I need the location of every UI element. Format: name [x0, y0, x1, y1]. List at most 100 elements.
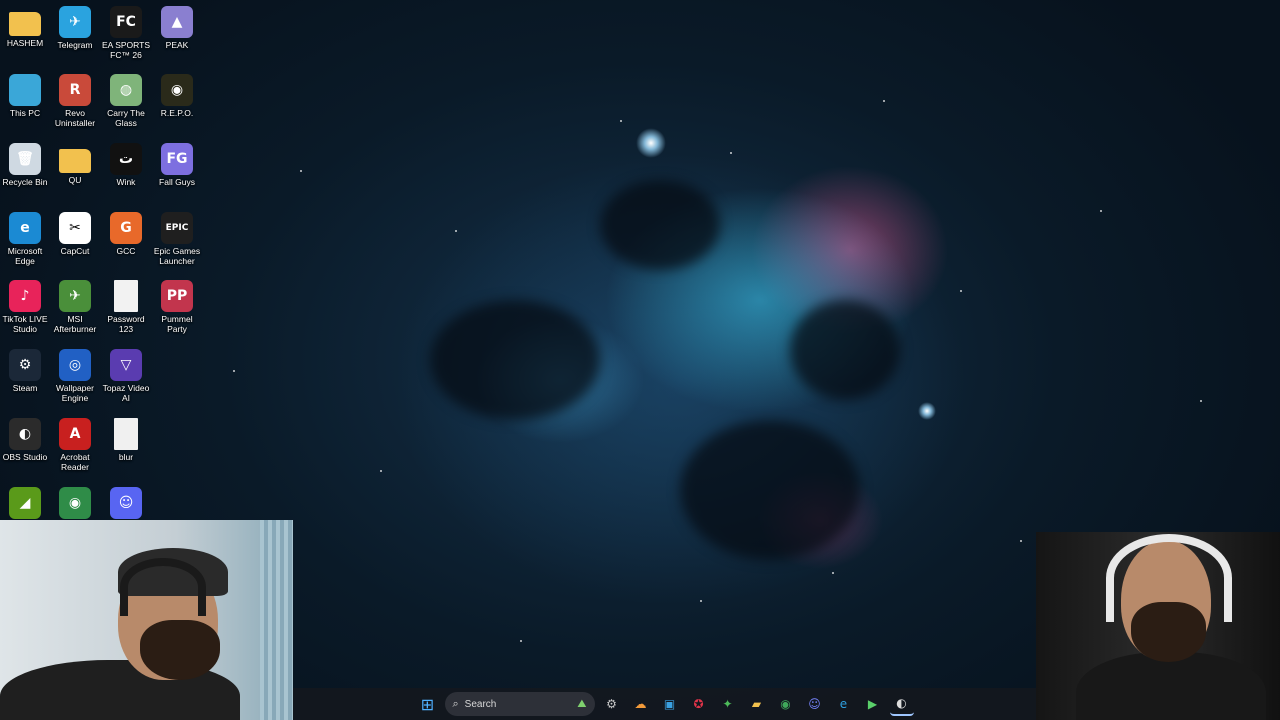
nebula-dust: [680, 420, 860, 560]
app-green-button[interactable]: ✦: [716, 692, 740, 716]
desktop-icon-label: Microsoft Edge: [7, 246, 43, 266]
bright-star: [636, 128, 666, 158]
widget-icon: ⛰: [577, 697, 587, 710]
desktop-icon-steam[interactable]: ⚙ Steam: [0, 349, 50, 393]
desktop-icon-label: EA SPORTS FC™ 26: [101, 40, 151, 60]
monitor-icon: [9, 74, 41, 106]
wallpaper-engine-icon: ◎: [59, 349, 91, 381]
desktop-icon-label: HASHEM: [6, 38, 44, 48]
msi-afterburner-icon: ✈: [59, 280, 91, 312]
desktop-icon-label: This PC: [9, 108, 41, 118]
photos-button[interactable]: ▣: [658, 692, 682, 716]
blank-file-icon: [114, 418, 138, 450]
desktop-icon-label: blur: [118, 452, 134, 462]
edge-button[interactable]: e: [832, 692, 856, 716]
red-app-icon: ✪: [693, 697, 704, 711]
desktop-icon-blur[interactable]: blur: [101, 418, 151, 462]
desktop-icon-label: Topaz Video AI: [102, 383, 150, 403]
desktop-icon-label: Wink: [116, 177, 136, 187]
desktop-icon-label: Revo Uninstaller: [54, 108, 96, 128]
windows-icon: ⊞: [420, 694, 435, 714]
desktop-icon-revo-uninstaller[interactable]: R Revo Uninstaller: [50, 74, 100, 128]
app-red-button[interactable]: ✪: [687, 692, 711, 716]
topaz-video-ai-icon: ▽: [110, 349, 142, 381]
desktop-icon-nvidia-icon[interactable]: ◢: [0, 487, 50, 521]
desktop-icon-obs-studio[interactable]: ◐ OBS Studio: [0, 418, 50, 462]
repo-game-icon: ◉: [161, 74, 193, 106]
capcut-icon: ✂: [59, 212, 91, 244]
obs-studio-icon: ◐: [896, 696, 907, 710]
settings-button[interactable]: ⚙: [600, 692, 624, 716]
revo-uninstaller-icon: R: [59, 74, 91, 106]
desktop-icon-label: Password 123: [107, 314, 145, 334]
bright-star: [918, 402, 936, 420]
ea-sports-fc-icon: FC: [110, 6, 142, 38]
desktop-icon-msi-afterburner[interactable]: ✈ MSI Afterburner: [50, 280, 100, 334]
text-file-icon: [114, 280, 138, 312]
carry-the-glass-icon: ◍: [110, 74, 142, 106]
edge-icon: e: [9, 212, 41, 244]
desktop-icon-gcc[interactable]: G GCC: [101, 212, 151, 256]
desktop-icon-label: R.E.P.O.: [160, 108, 194, 118]
obs-button[interactable]: ◐: [889, 692, 914, 716]
desktop-icon-hashem[interactable]: HASHEM: [0, 6, 50, 48]
desktop-icon-tiktok-live-studio[interactable]: ♪ TikTok LIVE Studio: [0, 280, 50, 334]
desktop-icon-discord-icon[interactable]: ☺: [101, 487, 151, 521]
chrome-icon: ◉: [780, 697, 791, 711]
desktop-icon-acrobat-reader[interactable]: A Acrobat Reader: [50, 418, 100, 472]
desktop-icon-qu[interactable]: QU: [50, 143, 100, 185]
desktop-icon-topaz-video-ai[interactable]: ▽ Topaz Video AI: [101, 349, 151, 403]
desktop-icon-wallpaper-engine[interactable]: ◎ Wallpaper Engine: [50, 349, 100, 403]
desktop-icon-label: Steam: [12, 383, 38, 393]
cloud-app-button[interactable]: ☁: [629, 692, 653, 716]
desktop-icon-ea-sports-fc-26[interactable]: FC EA SPORTS FC™ 26: [101, 6, 151, 60]
headphones: [1106, 534, 1232, 622]
desktop-icon-peak[interactable]: ▲ PEAK: [152, 6, 202, 50]
desktop-icon-carry-the-glass[interactable]: ◍ Carry The Glass: [101, 74, 151, 128]
start-button[interactable]: ⊞: [416, 692, 440, 716]
nvidia-icon: ◢: [9, 487, 41, 519]
desktop-icon-r-e-p-o[interactable]: ◉ R.E.P.O.: [152, 74, 202, 118]
desktop-icon-label: OBS Studio: [2, 452, 48, 462]
desktop-icon-telegram[interactable]: ✈ Telegram: [50, 6, 100, 50]
discord-icon: ☺: [110, 487, 142, 519]
desktop-icon-pummel-party[interactable]: PP Pummel Party: [152, 280, 202, 334]
desktop-icon-microsoft-edge[interactable]: e Microsoft Edge: [0, 212, 50, 266]
desktop-icon-label: Wallpaper Engine: [56, 383, 94, 403]
desktop-icon-epic-games-launcher[interactable]: EPIC Epic Games Launcher: [152, 212, 202, 266]
webcam-left: [0, 520, 293, 720]
desktop-icon-recycle-bin[interactable]: 🗑 Recycle Bin: [0, 143, 50, 187]
file-explorer-button[interactable]: ▰: [745, 692, 769, 716]
peak-game-icon: ▲: [161, 6, 193, 38]
steam-icon: ⚙: [9, 349, 41, 381]
cloud-icon: ☁: [634, 697, 647, 711]
green-app-icon: ✦: [722, 697, 733, 711]
nebula-dust: [600, 180, 720, 270]
desktop-icon-chrome-icon[interactable]: ◉: [50, 487, 100, 521]
desktop-icon-label: MSI Afterburner: [53, 314, 97, 334]
desktop-icon-label: CapCut: [60, 246, 90, 256]
tiktok-icon: ♪: [9, 280, 41, 312]
desktop-icon-password-123[interactable]: Password 123: [101, 280, 151, 334]
chrome-icon: ◉: [59, 487, 91, 519]
discord-button[interactable]: ☺: [803, 692, 827, 716]
obs-studio-icon: ◐: [9, 418, 41, 450]
desktop-icon-label: Acrobat Reader: [60, 452, 90, 472]
desktop-icon-fall-guys[interactable]: FG Fall Guys: [152, 143, 202, 187]
search-icon: ⌕: [452, 697, 459, 710]
desktop-icon-label: Telegram: [57, 40, 93, 50]
headphones: [120, 558, 206, 616]
chrome-button[interactable]: ◉: [774, 692, 798, 716]
epic-games-icon: EPIC: [161, 212, 193, 244]
taskbar-search[interactable]: ⌕ Search ⛰: [444, 692, 595, 716]
desktop-icon-wink[interactable]: ت Wink: [101, 143, 151, 187]
search-label: Search: [464, 698, 497, 710]
media-player-button[interactable]: ▶: [861, 692, 885, 716]
desktop-icon-label: QU: [68, 175, 82, 185]
photos-icon: ▣: [663, 697, 676, 711]
folder-icon: [59, 149, 91, 173]
desktop-icon-label: GCC: [116, 246, 136, 256]
desktop-icon-capcut[interactable]: ✂ CapCut: [50, 212, 100, 256]
desktop-icon-this-pc[interactable]: This PC: [0, 74, 50, 118]
nebula-dust: [430, 300, 600, 420]
